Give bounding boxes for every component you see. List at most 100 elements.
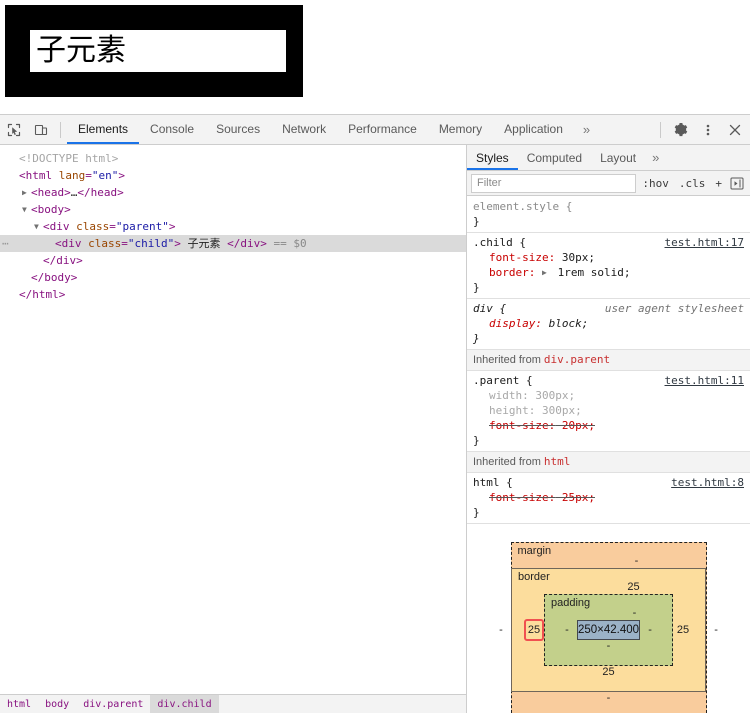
rule-source-link[interactable]: test.html:17 (665, 235, 744, 250)
box-model-padding[interactable]: padding - - 250×42.400 - - (544, 594, 673, 666)
token-punct: </ (43, 254, 56, 267)
css-rule[interactable]: div {user agent stylesheetdisplay: block… (467, 299, 750, 350)
panel-tab-elements[interactable]: Elements (67, 115, 139, 144)
dom-node[interactable]: </html> (0, 286, 466, 303)
breadcrumb-item-div-child[interactable]: div.child (150, 695, 218, 713)
styles-rule-list[interactable]: element.style {}.child {test.html:17font… (467, 197, 750, 713)
token-tag: html (32, 288, 59, 301)
dom-node-selected[interactable]: ⋯<div class="child"> 子元素 </div> == $0 (0, 235, 466, 252)
styles-tab-layout[interactable]: Layout (591, 145, 645, 170)
css-selector[interactable]: html { (473, 476, 513, 489)
inherited-selector[interactable]: div.parent (544, 353, 610, 366)
inspect-cursor-icon[interactable] (0, 117, 27, 143)
margin-label: margin (518, 545, 552, 557)
css-selector[interactable]: div { (473, 302, 506, 315)
css-property-name[interactable]: font-size: (489, 419, 555, 432)
css-property-value[interactable]: 25px; (555, 491, 595, 504)
more-styles-tabs-icon[interactable]: » (645, 145, 666, 170)
filter-input[interactable] (471, 174, 636, 193)
border-right-value[interactable]: 25 (673, 624, 693, 636)
dom-node[interactable]: ▼<div class="parent"> (0, 218, 466, 235)
css-property-value[interactable]: 30px; (555, 251, 595, 264)
css-property-name[interactable]: display: (489, 317, 542, 330)
hov-button[interactable]: :hov (638, 174, 673, 193)
css-property-name[interactable]: width: (489, 389, 529, 402)
gear-icon[interactable] (667, 117, 694, 143)
token-tag: body (44, 271, 71, 284)
padding-right-value[interactable]: - (640, 624, 660, 636)
twisty-expanded-icon[interactable]: ▼ (34, 218, 43, 235)
breadcrumb-item-div-parent[interactable]: div.parent (76, 695, 150, 713)
breadcrumb-item-body[interactable]: body (38, 695, 76, 713)
panel-tab-sources[interactable]: Sources (205, 115, 271, 144)
rule-source-link[interactable]: test.html:11 (665, 373, 744, 388)
css-property-value[interactable]: 300px; (535, 404, 581, 417)
more-panels-icon[interactable]: » (574, 115, 599, 144)
dom-node[interactable]: ▼<body> (0, 201, 466, 218)
token-value: "parent" (116, 220, 169, 233)
padding-bottom-value[interactable]: - (557, 640, 660, 653)
css-declaration[interactable]: font-size: 20px; (473, 418, 744, 433)
padding-left-value[interactable]: - (557, 624, 577, 636)
css-rule[interactable]: html {test.html:8font-size: 25px;} (467, 473, 750, 524)
css-property-value[interactable]: block; (542, 317, 588, 330)
kebab-menu-icon[interactable] (694, 117, 721, 143)
panel-tab-performance[interactable]: Performance (337, 115, 428, 144)
token-tag: div (56, 254, 76, 267)
styles-tab-list: StylesComputedLayout» (467, 145, 750, 171)
new-style-rule-button[interactable]: + (711, 174, 726, 193)
cls-button[interactable]: .cls (675, 174, 710, 193)
margin-left-value[interactable]: - (491, 624, 511, 636)
panel-tab-console[interactable]: Console (139, 115, 205, 144)
css-property-name[interactable]: height: (489, 404, 535, 417)
device-toolbar-icon[interactable] (27, 117, 54, 143)
styles-tab-styles[interactable]: Styles (467, 145, 518, 170)
box-model-margin[interactable]: margin - - border 25 25 padding (511, 542, 707, 713)
styles-tab-computed[interactable]: Computed (518, 145, 591, 170)
css-selector[interactable]: element.style { (473, 200, 572, 213)
css-property-name[interactable]: font-size: (489, 491, 555, 504)
css-declaration[interactable]: font-size: 30px; (473, 250, 744, 265)
panel-tab-memory[interactable]: Memory (428, 115, 493, 144)
css-property-value[interactable]: 20px; (555, 419, 595, 432)
css-declaration[interactable]: font-size: 25px; (473, 490, 744, 505)
shorthand-expander-icon[interactable]: ▶ (542, 265, 551, 280)
css-selector[interactable]: .parent { (473, 374, 533, 387)
margin-right-value[interactable]: - (706, 624, 726, 636)
css-rule[interactable]: .child {test.html:17font-size: 30px;bord… (467, 233, 750, 299)
css-property-name[interactable]: font-size: (489, 251, 555, 264)
collapse-sidebar-icon[interactable] (728, 174, 746, 192)
twisty-expanded-icon[interactable]: ▼ (22, 201, 31, 218)
border-left-value[interactable]: 25 (524, 619, 544, 641)
dom-node[interactable]: </div> (0, 252, 466, 269)
margin-bottom-value[interactable]: - (524, 692, 694, 705)
token-tag: div (240, 237, 260, 250)
css-declaration[interactable]: display: block; (473, 316, 744, 331)
css-property-value[interactable]: 300px; (529, 389, 575, 402)
css-declaration[interactable]: height: 300px; (473, 403, 744, 418)
css-declaration[interactable]: width: 300px; (473, 388, 744, 403)
border-bottom-value[interactable]: 25 (524, 666, 693, 679)
token-ref: == $0 (267, 237, 307, 250)
breadcrumb-item-html[interactable]: html (0, 695, 38, 713)
css-property-value[interactable]: 1rem solid; (551, 266, 630, 279)
panel-tab-application[interactable]: Application (493, 115, 574, 144)
dom-node[interactable]: ▶<head>…</head> (0, 184, 466, 201)
twisty-collapsed-icon[interactable]: ▶ (22, 184, 31, 201)
inherited-selector[interactable]: html (544, 455, 571, 468)
dom-node[interactable]: <html lang="en"> (0, 167, 466, 184)
rule-source-link[interactable]: test.html:8 (671, 475, 744, 490)
panel-tab-network[interactable]: Network (271, 115, 337, 144)
dom-tree[interactable]: <!DOCTYPE html><html lang="en">▶<head>…<… (0, 145, 466, 303)
dom-node[interactable]: <!DOCTYPE html> (0, 150, 466, 167)
box-model-content[interactable]: 250×42.400 (577, 620, 640, 640)
css-rule[interactable]: .parent {test.html:11width: 300px;height… (467, 371, 750, 452)
css-property-name[interactable]: border: (489, 266, 535, 279)
css-declaration[interactable]: border: ▶ 1rem solid; (473, 265, 744, 280)
box-model-border[interactable]: border 25 25 padding - - (511, 568, 706, 692)
dom-node-content: </body> (10, 271, 77, 284)
close-icon[interactable] (721, 117, 748, 143)
dom-node[interactable]: </body> (0, 269, 466, 286)
css-rule[interactable]: element.style {} (467, 197, 750, 233)
css-selector[interactable]: .child { (473, 236, 526, 249)
